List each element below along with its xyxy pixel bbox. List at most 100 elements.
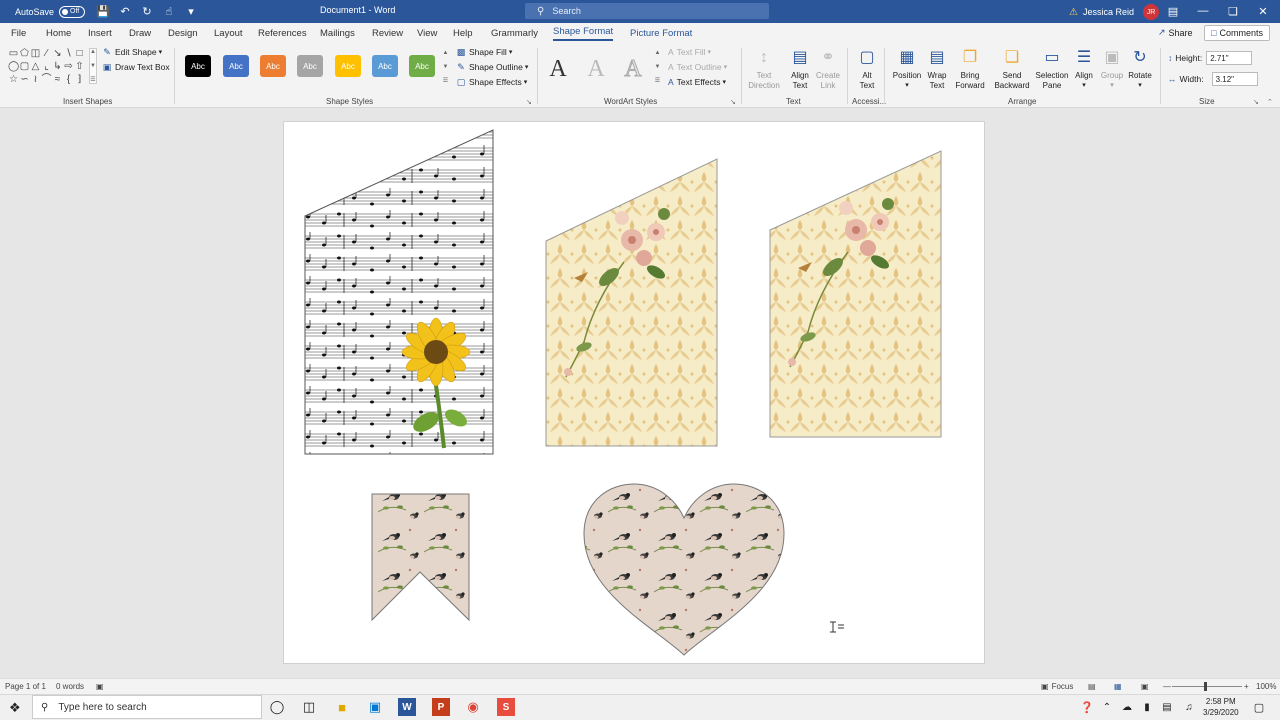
- shape-oval-icon[interactable]: ◯: [8, 61, 19, 73]
- shape-styles-scroll[interactable]: ▲ ▼ ☰: [441, 50, 450, 84]
- windows-start-icon[interactable]: ❖: [9, 700, 21, 716]
- size-launcher-icon[interactable]: ↘: [1253, 98, 1259, 106]
- alt-text-button[interactable]: ▢ Alt Text: [850, 48, 884, 94]
- zoom-in-icon[interactable]: +: [1244, 682, 1249, 691]
- tab-insert[interactable]: Insert: [88, 28, 112, 39]
- zoom-level[interactable]: 100%: [1256, 682, 1276, 691]
- shapes-gallery-scroll[interactable]: ▲ ▼ ☰: [89, 48, 97, 84]
- shape-style-blue[interactable]: Abc: [223, 55, 249, 77]
- tab-help[interactable]: Help: [453, 28, 473, 39]
- shape-style-black[interactable]: Abc: [185, 55, 211, 77]
- shape-line-icon[interactable]: ∕: [41, 48, 52, 60]
- autosave[interactable]: AutoSave Off: [15, 5, 86, 18]
- powerpoint-taskbar-icon[interactable]: P: [432, 698, 450, 716]
- bird-heart-shape[interactable]: [583, 483, 785, 656]
- shape-wave-icon[interactable]: ≈: [52, 74, 63, 86]
- shape-bracket-icon[interactable]: ⁆: [74, 74, 85, 86]
- shape-chevron-icon[interactable]: ⇧: [74, 61, 85, 73]
- share-button[interactable]: ↗ Share: [1158, 27, 1193, 38]
- height-input[interactable]: 2.71": [1206, 51, 1253, 65]
- save-icon[interactable]: 💾: [95, 4, 111, 20]
- proofing-icon[interactable]: ▣: [96, 682, 104, 691]
- taskbar-search[interactable]: ⚲ Type here to search: [32, 695, 262, 719]
- shape-arrow-icon[interactable]: ⇨: [63, 61, 74, 73]
- autosave-toggle[interactable]: Off: [59, 5, 86, 18]
- selection-pane-button[interactable]: ▭ Selection Pane: [1035, 48, 1069, 94]
- tab-file[interactable]: File: [11, 28, 26, 39]
- text-fill-button[interactable]: A Text Fill ▾: [668, 47, 711, 57]
- tab-home[interactable]: Home: [46, 28, 71, 39]
- shape-rect-icon[interactable]: ▭: [8, 48, 19, 60]
- shape-style-green[interactable]: Abc: [409, 55, 435, 77]
- ribbon-display-icon[interactable]: ▤: [1164, 3, 1182, 19]
- shape-style-orange[interactable]: Abc: [260, 55, 286, 77]
- customize-toolbar-icon[interactable]: ▾: [183, 4, 199, 20]
- page-count[interactable]: Page 1 of 1: [5, 682, 46, 691]
- tab-design[interactable]: Design: [168, 28, 198, 39]
- tab-draw[interactable]: Draw: [129, 28, 151, 39]
- tab-shape-format[interactable]: Shape Format: [553, 26, 614, 41]
- web-layout-icon[interactable]: ▣: [1141, 682, 1149, 691]
- shape-pentagon-icon[interactable]: ⬠: [19, 48, 30, 60]
- wordart-launcher-icon[interactable]: ↘: [730, 98, 736, 106]
- shape-elbow-icon[interactable]: ⌞: [41, 61, 52, 73]
- search-box[interactable]: ⚲ Search: [525, 3, 769, 19]
- bring-forward-button[interactable]: ❐ Bring Forward: [953, 48, 987, 94]
- user-area[interactable]: ⚠ Jessica Reid JR: [1069, 4, 1159, 20]
- wordart-style-3[interactable]: A: [618, 54, 648, 84]
- shape-connector-icon[interactable]: ↳: [52, 61, 63, 73]
- snagit-icon[interactable]: S: [497, 698, 515, 716]
- tab-references[interactable]: References: [258, 28, 307, 39]
- shape-fill-button[interactable]: ▩ Shape Fill ▾: [456, 47, 513, 58]
- wrap-text-button[interactable]: ▤ Wrap Text: [920, 48, 954, 94]
- chrome-icon[interactable]: ◉: [464, 698, 482, 716]
- undo-icon[interactable]: ↶: [117, 4, 133, 20]
- comments-button[interactable]: □ Comments: [1204, 25, 1270, 41]
- shape-styles-launcher-icon[interactable]: ↘: [526, 98, 532, 106]
- close-icon[interactable]: ✕: [1254, 3, 1272, 19]
- height-control[interactable]: ↕ Height: 2.71": [1168, 51, 1253, 65]
- microphone-icon[interactable]: ▮: [1138, 698, 1156, 716]
- zoom-out-icon[interactable]: —: [1163, 682, 1171, 691]
- text-direction-button[interactable]: ↕ Text Direction: [747, 48, 781, 94]
- shapes-gallery[interactable]: ▭ ⬠ ◫ ∕ ↘ ∖ □ ◯ ▢ △ ⌞ ↳ ⇨ ⇧ ☆ ∽ ≀ ⌒ ≈ { …: [8, 48, 94, 86]
- shape-arc-icon[interactable]: ⌒: [41, 74, 52, 86]
- wordart-scroll[interactable]: ▲ ▼ ☰: [653, 50, 662, 84]
- position-button[interactable]: ▦ Position ▾: [890, 48, 924, 94]
- document-page[interactable]: [283, 121, 985, 664]
- shape-line2-icon[interactable]: ∖: [63, 48, 74, 60]
- floral-pennant-1-shape[interactable]: [545, 158, 718, 447]
- cortana-icon[interactable]: ◯: [268, 698, 286, 716]
- word-count[interactable]: 0 words: [56, 682, 84, 691]
- text-outline-button[interactable]: A Text Outline ▾: [668, 62, 727, 72]
- show-hidden-icons[interactable]: ⌃: [1098, 698, 1116, 716]
- touch-mode-icon[interactable]: ☝: [161, 4, 177, 20]
- edit-shape-button[interactable]: ✎ Edit Shape ▾: [102, 47, 162, 58]
- width-input[interactable]: 3.12": [1211, 72, 1258, 86]
- wordart-style-2[interactable]: A: [581, 54, 611, 84]
- clock[interactable]: 2:58 PM 3/29/2020: [1203, 696, 1239, 718]
- send-backward-button[interactable]: ❏ Send Backward: [994, 48, 1029, 94]
- shape-square-icon[interactable]: □: [74, 48, 85, 60]
- bird-banner-shape[interactable]: [371, 493, 470, 622]
- task-view-icon[interactable]: ◫: [300, 698, 318, 716]
- draw-text-box-button[interactable]: ▣ Draw Text Box: [102, 62, 170, 73]
- shape-arrow-line-icon[interactable]: ↘: [52, 48, 63, 60]
- shape-textbox-icon[interactable]: ◫: [30, 48, 41, 60]
- focus-button[interactable]: ▣ Focus: [1041, 682, 1073, 691]
- tab-mailings[interactable]: Mailings: [320, 28, 355, 39]
- shape-triangle-icon[interactable]: △: [30, 61, 41, 73]
- avatar[interactable]: JR: [1143, 4, 1159, 20]
- print-layout-icon[interactable]: ▦: [1114, 682, 1122, 691]
- read-mode-icon[interactable]: ▤: [1088, 682, 1096, 691]
- width-control[interactable]: ↔ Width: 3.12": [1168, 72, 1258, 86]
- music-sheet-shape[interactable]: [304, 129, 494, 455]
- shape-roundrect-icon[interactable]: ▢: [19, 61, 30, 73]
- zoom-slider[interactable]: [1172, 686, 1242, 687]
- volume-icon[interactable]: ♫: [1180, 698, 1198, 716]
- tab-layout[interactable]: Layout: [214, 28, 243, 39]
- shape-outline-button[interactable]: ✎ Shape Outline ▾: [456, 62, 528, 73]
- tab-view[interactable]: View: [417, 28, 437, 39]
- tab-review[interactable]: Review: [372, 28, 403, 39]
- shape-style-gold[interactable]: Abc: [335, 55, 361, 77]
